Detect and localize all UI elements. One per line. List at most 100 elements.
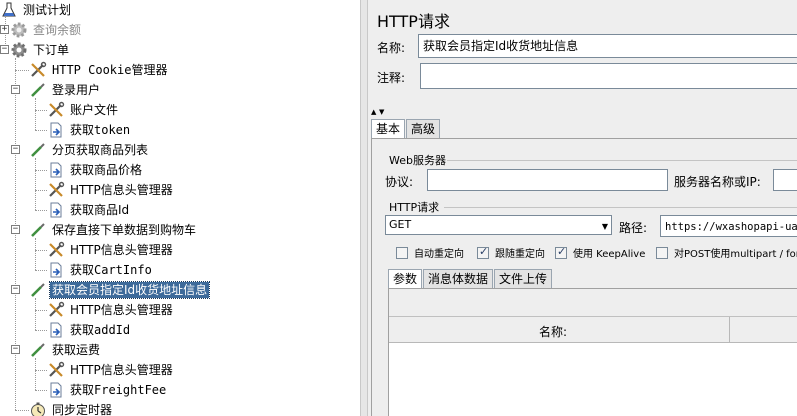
checkbox-label: 对POST使用multipart / for bbox=[674, 249, 797, 260]
expand-toggle[interactable]: + bbox=[0, 25, 9, 34]
document-arrow-icon bbox=[47, 121, 65, 139]
tree-node-label: 查询余额 bbox=[33, 23, 82, 37]
tree-node-label: 获取FreightFee bbox=[70, 383, 167, 397]
tree-node-label: 账户文件 bbox=[70, 103, 119, 117]
table-header: 名称: bbox=[389, 317, 797, 343]
checkbox-box bbox=[656, 246, 668, 259]
comment-input[interactable] bbox=[420, 63, 797, 89]
checkbox-label: 自动重定向 bbox=[414, 249, 464, 260]
tab-file-upload[interactable]: 文件上传 bbox=[494, 269, 553, 288]
tree-node-label: HTTP Cookie管理器 bbox=[52, 63, 168, 77]
tree-node-transaction-controller[interactable]: 分页获取商品列表 bbox=[29, 140, 150, 160]
tab-body-data[interactable]: 消息体数据 bbox=[423, 269, 494, 288]
wrench-screwdriver-icon bbox=[47, 101, 65, 119]
tree-node-label: HTTP信息头管理器 bbox=[70, 183, 173, 197]
tab-advanced[interactable]: 高级 bbox=[406, 119, 441, 138]
basic-tab-content: Web服务器 协议: 服务器名称或IP: HTTP请求 GET ▼ 路径: ht… bbox=[371, 138, 797, 416]
tree-node-transaction-controller[interactable]: 获取会员指定Id收货地址信息 bbox=[29, 280, 211, 300]
method-select[interactable]: GET ▼ bbox=[385, 215, 612, 235]
tree-node-label: 获取addId bbox=[70, 323, 131, 337]
parameter-tabs: 参数 消息体数据 文件上传 bbox=[388, 269, 553, 288]
name-label: 名称: bbox=[377, 41, 406, 55]
tree-node-transaction-controller[interactable]: 保存直接下单数据到购物车 bbox=[29, 220, 198, 240]
document-arrow-icon bbox=[47, 321, 65, 339]
tree-node-post-processor[interactable]: 获取CartInfo bbox=[47, 260, 154, 280]
gear-icon bbox=[10, 21, 28, 39]
name-column-header[interactable]: 名称: bbox=[539, 323, 567, 340]
tree-node-post-processor[interactable]: 获取token bbox=[47, 120, 132, 140]
tree-node-post-processor[interactable]: 获取FreightFee bbox=[47, 380, 168, 400]
checkbox-label: 跟随重定向 bbox=[495, 249, 545, 260]
checkbox-box bbox=[555, 245, 567, 259]
keepalive-checkbox[interactable]: 使用 KeepAlive bbox=[555, 245, 645, 260]
tree-node-config-element[interactable]: HTTP信息头管理器 bbox=[47, 240, 175, 260]
wrench-screwdriver-icon bbox=[47, 241, 65, 259]
tree-node-label: 获取会员指定Id收货地址信息 bbox=[48, 281, 211, 299]
tree-node-config-element[interactable]: HTTP信息头管理器 bbox=[47, 300, 175, 320]
chevron-down-icon: ▼ bbox=[601, 222, 608, 231]
tree-node-label: 测试计划 bbox=[23, 3, 72, 17]
checkbox-box bbox=[396, 246, 408, 259]
test-plan-tree[interactable]: + − − − − − − 测试计划 查询余额 下订单 HTTP Cookie管… bbox=[0, 0, 360, 416]
tree-node-transaction-controller[interactable]: 获取运费 bbox=[29, 340, 102, 360]
collapse-toggle[interactable]: − bbox=[11, 145, 20, 154]
tree-node-label: HTTP信息头管理器 bbox=[70, 303, 173, 317]
tree-node-post-processor[interactable]: 获取商品价格 bbox=[47, 160, 144, 180]
http-request-panel: HTTP请求 名称: 获取会员指定Id收货地址信息 注释: ▲ ▼ 基本 高级 … bbox=[368, 0, 797, 416]
multipart-checkbox[interactable]: 对POST使用multipart / for bbox=[656, 245, 797, 260]
collapse-down-icon: ▼ bbox=[379, 108, 385, 116]
pipette-icon bbox=[29, 281, 47, 299]
tree-node-label: 保存直接下单数据到购物车 bbox=[52, 223, 197, 237]
server-name-label: 服务器名称或IP: bbox=[674, 175, 761, 189]
tree-node-post-processor[interactable]: 获取商品Id bbox=[47, 200, 131, 220]
method-value: GET bbox=[389, 218, 412, 231]
checkbox-label: 使用 KeepAlive bbox=[573, 249, 646, 260]
tree-node-timer[interactable]: 同步定时器 bbox=[29, 400, 114, 416]
web-server-title: Web服务器 bbox=[389, 154, 446, 167]
tree-node-thread-group[interactable]: 下订单 bbox=[10, 40, 71, 60]
panel-title: HTTP请求 bbox=[377, 12, 450, 31]
tree-node-label: HTTP信息头管理器 bbox=[70, 243, 173, 257]
follow-redirect-checkbox[interactable]: 跟随重定向 bbox=[477, 245, 545, 260]
tree-node-config-element[interactable]: HTTP信息头管理器 bbox=[47, 180, 175, 200]
collapse-toggle[interactable]: − bbox=[11, 225, 20, 234]
pane-splitter[interactable] bbox=[360, 0, 368, 416]
tree-node-label: 下订单 bbox=[33, 43, 70, 57]
path-input[interactable]: https://wxashopapi-uat. bbox=[660, 215, 797, 237]
server-name-input[interactable] bbox=[773, 169, 797, 191]
collapse-up-icon: ▲ bbox=[371, 108, 377, 116]
document-arrow-icon bbox=[47, 201, 65, 219]
wrench-screwdriver-icon bbox=[47, 361, 65, 379]
main-tabs: 基本 高级 bbox=[371, 119, 441, 138]
checkbox-box bbox=[477, 245, 489, 259]
collapse-toggle[interactable]: − bbox=[11, 85, 20, 94]
tree-node-post-processor[interactable]: 获取addId bbox=[47, 320, 132, 340]
tree-node-config-element[interactable]: 账户文件 bbox=[47, 100, 120, 120]
stopwatch-icon bbox=[29, 401, 47, 416]
collapse-toggle[interactable]: − bbox=[11, 345, 20, 354]
pipette-icon bbox=[29, 141, 47, 159]
tab-parameters[interactable]: 参数 bbox=[388, 269, 423, 288]
document-arrow-icon bbox=[47, 381, 65, 399]
tab-basic[interactable]: 基本 bbox=[371, 119, 406, 138]
document-arrow-icon bbox=[47, 261, 65, 279]
name-input[interactable]: 获取会员指定Id收货地址信息 bbox=[418, 34, 797, 58]
tree-node-label: 分页获取商品列表 bbox=[52, 143, 149, 157]
protocol-input[interactable] bbox=[427, 169, 668, 191]
comment-label: 注释: bbox=[377, 71, 406, 85]
collapse-toggle[interactable]: − bbox=[0, 45, 9, 54]
tree-node-config-element[interactable]: HTTP信息头管理器 bbox=[47, 360, 175, 380]
flask-icon bbox=[0, 1, 18, 19]
tree-node-label: 同步定时器 bbox=[52, 403, 113, 416]
tree-node-label: 登录用户 bbox=[52, 83, 101, 97]
tree-node-label: HTTP信息头管理器 bbox=[70, 363, 173, 377]
collapse-bar[interactable]: ▲ ▼ bbox=[368, 108, 797, 116]
tree-node-label: 获取token bbox=[70, 123, 131, 137]
tree-node-test-plan[interactable]: 测试计划 bbox=[0, 0, 73, 20]
tree-node-transaction-controller[interactable]: 登录用户 bbox=[29, 80, 102, 100]
auto-redirect-checkbox[interactable]: 自动重定向 bbox=[396, 245, 464, 260]
tree-node-config-element[interactable]: HTTP Cookie管理器 bbox=[29, 60, 169, 80]
collapse-toggle[interactable]: − bbox=[11, 285, 20, 294]
tree-node-thread-group[interactable]: 查询余额 bbox=[10, 20, 83, 40]
parameters-table: 名称: bbox=[388, 288, 797, 416]
